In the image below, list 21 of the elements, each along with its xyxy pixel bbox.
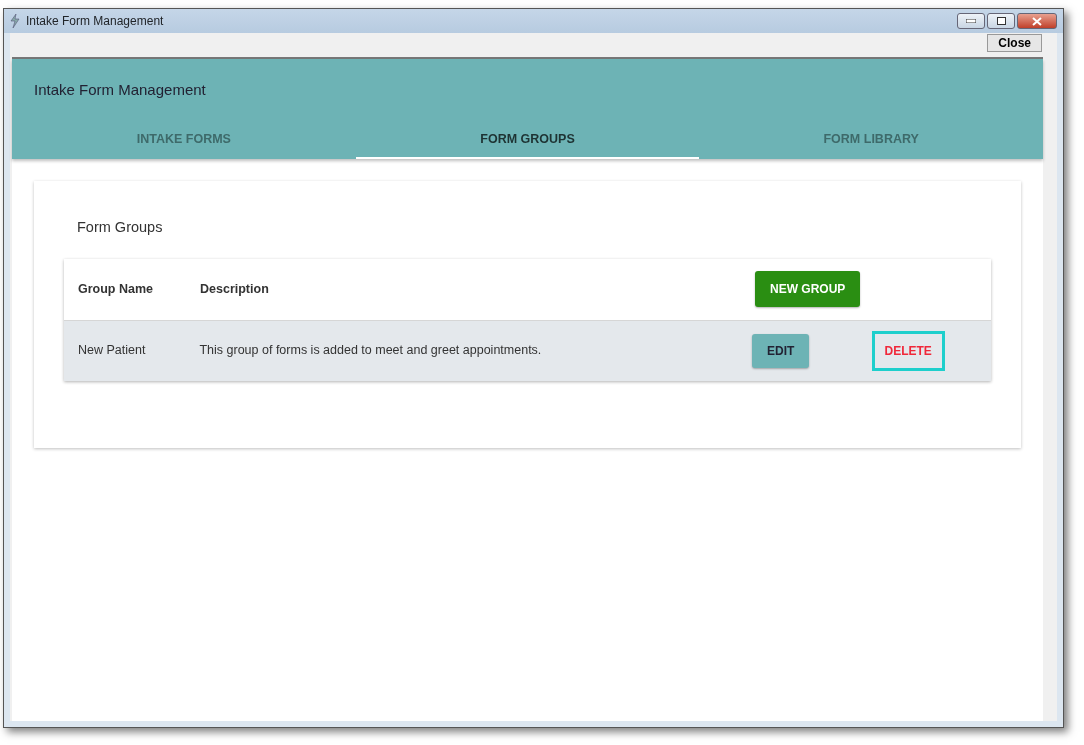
close-icon [1032, 16, 1042, 26]
lightning-icon [10, 14, 20, 28]
delete-button[interactable]: DELETE [871, 330, 945, 371]
window-title: Intake Form Management [26, 13, 164, 30]
maximize-button[interactable] [987, 13, 1015, 29]
column-header: Description [200, 280, 270, 298]
close-button[interactable]: Close [987, 34, 1042, 52]
maximize-icon [996, 17, 1006, 25]
tab[interactable]: FORM LIBRARY [699, 121, 1043, 159]
table-cell-text: New Patient [77, 342, 147, 360]
window-close-button[interactable] [1017, 13, 1057, 29]
column-header: Group Name [77, 280, 154, 298]
page-title: Intake Form Management [33, 80, 207, 100]
edit-button[interactable]: EDIT [752, 333, 810, 368]
tab[interactable]: INTAKE FORMS [12, 121, 356, 159]
panel-title: Form Groups [76, 218, 164, 237]
minimize-button[interactable] [957, 13, 985, 29]
new-group-button[interactable]: NEW GROUP [755, 271, 861, 308]
table-cell-text: This group of forms is added to meet and greet appointments. [199, 342, 543, 360]
minimize-icon [966, 19, 976, 23]
tab[interactable]: FORM GROUPS [355, 121, 700, 159]
